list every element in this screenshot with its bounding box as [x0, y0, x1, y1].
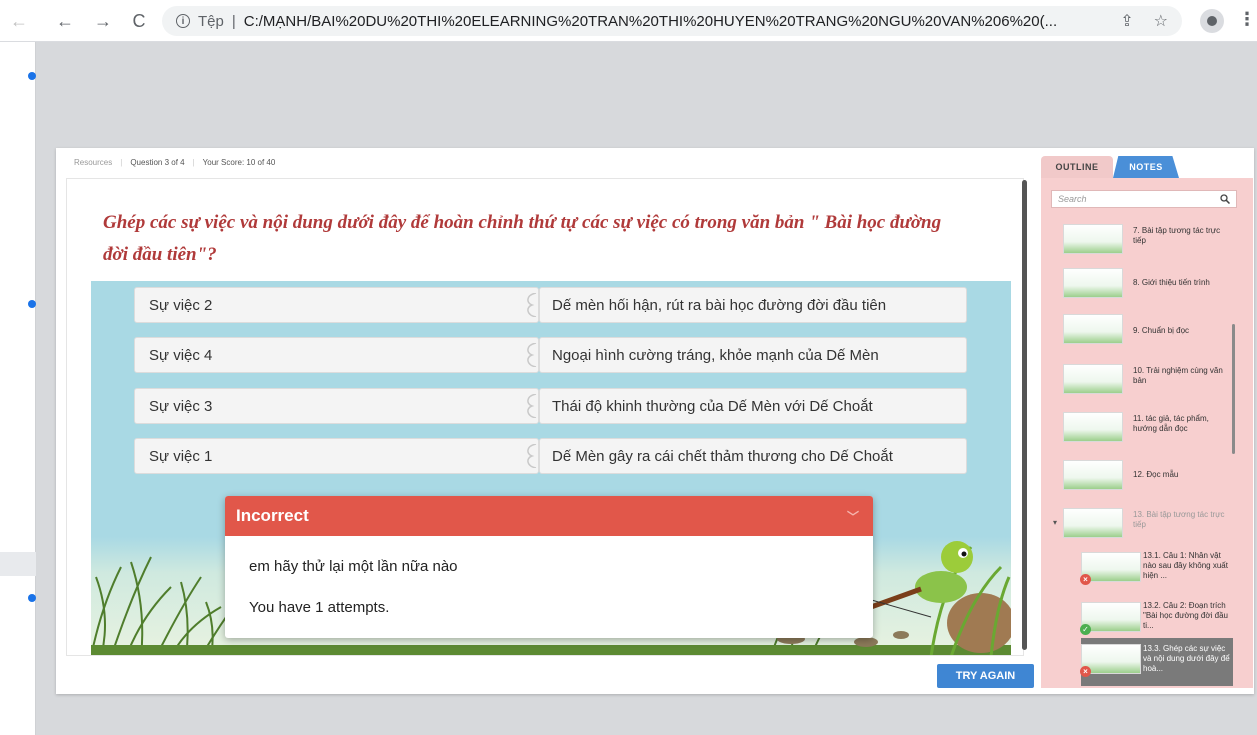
tab-outline[interactable]: OUTLINE [1041, 156, 1113, 178]
feedback-popup: Incorrect ﹀ em hãy thử lại một lần nữa n… [225, 496, 873, 638]
outline-item-label: 7. Bài tập tương tác trực tiếp [1133, 226, 1221, 245]
background-app-strip [0, 42, 36, 735]
share-icon[interactable]: ⇪ [1120, 11, 1133, 31]
match-row: Sự việc 1 Dế Mèn gây ra cái chết thảm th… [91, 438, 1011, 474]
feedback-body: em hãy thử lại một lần nữa nào You have … [225, 536, 873, 638]
outline-sidebar: OUTLINE NOTES Search 7. Bài tập tương tá… [1041, 156, 1253, 688]
slide-thumbnail [1063, 224, 1123, 254]
reload-button[interactable]: C [126, 8, 152, 34]
menu-kebab-icon[interactable]: ⋮ [1238, 9, 1256, 30]
match-row: Sự việc 4 Ngoại hình cường tráng, khỏe m… [91, 337, 1011, 373]
feedback-message: em hãy thử lại một lần nữa nào [249, 558, 458, 575]
outline-subitem-active[interactable]: × 13.3. Ghép các sự việc và nội dung dướ… [1080, 638, 1233, 686]
match-left-tile[interactable]: Sự việc 1 [134, 438, 539, 474]
match-left-tile[interactable]: Sự việc 4 [134, 337, 539, 373]
url-protocol: Tệp [198, 12, 224, 30]
chevron-down-icon[interactable]: ﹀ [847, 508, 859, 525]
match-left-tile[interactable]: Sự việc 2 [134, 287, 539, 323]
tab-notes[interactable]: NOTES [1113, 156, 1179, 178]
match-right-tile[interactable]: Ngoại hình cường tráng, khỏe mạnh của Dế… [539, 337, 967, 373]
match-row: Sự việc 2 Dế mèn hối hận, rút ra bài học… [91, 287, 1011, 323]
slide-thumbnail [1063, 314, 1123, 344]
outline-panel: Search 7. Bài tập tương tác trực tiếp 8.… [1041, 178, 1253, 688]
url-text: C:/MẠNH/BAI%20DU%20THI%20ELEARNING%20TRA… [243, 12, 1058, 30]
outline-subitem[interactable]: × 13.1. Câu 1: Nhân vật nào sau đây khôn… [1080, 546, 1233, 586]
profile-avatar[interactable] [1200, 9, 1224, 33]
puzzle-connector-icon [527, 343, 537, 367]
bookmark-star-icon[interactable]: ☆ [1154, 11, 1168, 31]
match-right-tile[interactable]: Thái độ khinh thường của Dế Mèn với Dế C… [539, 388, 967, 424]
match-left-tile[interactable]: Sự việc 3 [134, 388, 539, 424]
question-counter: Question 3 of 4 [130, 158, 185, 167]
strip-marker [28, 72, 36, 80]
slide-thumbnail [1063, 508, 1123, 538]
match-right-tile[interactable]: Dế mèn hối hận, rút ra bài học đường đời… [539, 287, 967, 323]
collapse-arrow-icon[interactable]: ▾ [1053, 518, 1057, 527]
outline-item-label: 12. Đọc mẫu [1133, 470, 1179, 479]
outline-item-label: 9. Chuẩn bị đọc [1133, 326, 1190, 335]
player-breadcrumb: Resources | Question 3 of 4 | Your Score… [74, 158, 276, 167]
outline-item-label: 13.1. Câu 1: Nhân vật nào sau đây không … [1143, 551, 1228, 580]
outline-item-label: 8. Giới thiệu tiến trình [1133, 278, 1210, 287]
outline-item-label: 13.3. Ghép các sự việc và nội dung dưới … [1143, 644, 1230, 673]
search-input[interactable]: Search [1051, 190, 1237, 208]
browser-toolbar: ← ← → C i Tệp | C:/MẠNH/BAI%20DU%20THI%2… [0, 0, 1257, 42]
info-icon[interactable]: i [176, 14, 190, 28]
outline-item[interactable]: 8. Giới thiệu tiến trình [1063, 262, 1233, 302]
match-row: Sự việc 3 Thái độ khinh thường của Dế Mè… [91, 388, 1011, 424]
search-icon[interactable] [1220, 194, 1230, 204]
incorrect-status-icon: × [1080, 574, 1091, 585]
outline-item-label: 13.2. Câu 2: Đoạn trích "Bài học đường đ… [1143, 601, 1228, 630]
search-placeholder: Search [1058, 194, 1087, 204]
correct-status-icon: ✓ [1080, 624, 1091, 635]
puzzle-connector-icon [527, 394, 537, 418]
outline-item[interactable]: 11. tác giả, tác phẩm, hướng dẫn đọc [1063, 406, 1233, 446]
feedback-attempts: You have 1 attempts. [249, 599, 390, 616]
person-icon [1207, 16, 1217, 26]
slide-thumbnail [1063, 412, 1123, 442]
slide-thumbnail [1063, 268, 1123, 298]
match-right-tile[interactable]: Dế Mèn gây ra cái chết thảm thương cho D… [539, 438, 967, 474]
outline-item-label: 11. tác giả, tác phẩm, hướng dẫn đọc [1133, 414, 1209, 433]
strip-marker [28, 300, 36, 308]
outline-item-label: 10. Trải nghiệm cùng văn bản [1133, 366, 1223, 385]
puzzle-connector-icon [527, 293, 537, 317]
slide-scrollbar[interactable] [1022, 180, 1027, 650]
outline-item[interactable]: 10. Trải nghiệm cùng văn bản [1063, 358, 1233, 398]
resources-link[interactable]: Resources [74, 158, 112, 167]
outline-item[interactable]: 9. Chuẩn bị đọc [1063, 308, 1233, 348]
url-separator: | [231, 12, 236, 30]
incorrect-status-icon: × [1080, 666, 1091, 677]
back-icon-inactive: ← [10, 10, 28, 31]
strip-highlight [0, 552, 36, 576]
question-text: Ghép các sự việc và nội dung dưới đây để… [103, 212, 942, 265]
slide-thumbnail [1063, 364, 1123, 394]
address-bar[interactable]: i Tệp | C:/MẠNH/BAI%20DU%20THI%20ELEARNI… [162, 6, 1182, 36]
try-again-button[interactable]: TRY AGAIN [937, 664, 1034, 688]
back-button[interactable]: ← [52, 8, 78, 34]
outline-item[interactable]: 7. Bài tập tương tác trực tiếp [1063, 218, 1233, 258]
outline-scrollbar[interactable] [1232, 324, 1235, 454]
score-display: Your Score: 10 of 40 [202, 158, 276, 167]
outline-item[interactable]: 13. Bài tập tương tác trực tiếp [1063, 502, 1233, 542]
slide-thumbnail [1063, 460, 1123, 490]
forward-button[interactable]: → [90, 8, 116, 34]
feedback-title: Incorrect [236, 506, 309, 525]
feedback-header: Incorrect ﹀ [225, 496, 873, 536]
strip-marker [28, 594, 36, 602]
puzzle-connector-icon [527, 444, 537, 468]
outline-subitem[interactable]: ✓ 13.2. Câu 2: Đoạn trích "Bài học đường… [1080, 596, 1233, 636]
outline-item[interactable]: 12. Đọc mẫu [1063, 454, 1233, 494]
outline-item-label: 13. Bài tập tương tác trực tiếp [1133, 510, 1225, 529]
